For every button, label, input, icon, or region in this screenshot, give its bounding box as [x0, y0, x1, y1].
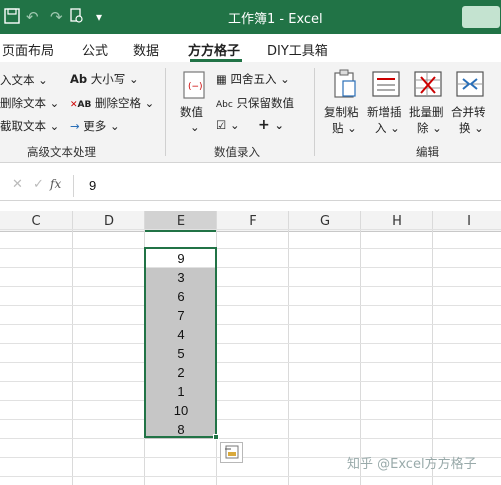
- remove-space-icon: ✕AB: [70, 100, 92, 110]
- formula-bar-divider: [73, 175, 74, 197]
- column-header-d[interactable]: D: [73, 214, 145, 229]
- fill-handle[interactable]: [213, 434, 219, 440]
- arrow-right-icon: →: [70, 119, 80, 133]
- redo-icon[interactable]: ↷: [50, 8, 63, 26]
- gridline: [288, 211, 289, 485]
- formula-input[interactable]: 9: [89, 178, 96, 193]
- gridline: [0, 248, 501, 249]
- copy-paste-button[interactable]: 复制粘: [324, 104, 359, 120]
- insert-button-line2[interactable]: 入 ⌄: [375, 120, 400, 136]
- svg-text:(−): (−): [188, 82, 203, 92]
- column-header-i[interactable]: I: [433, 214, 501, 229]
- quick-analysis-icon: [225, 445, 239, 459]
- quick-analysis-button[interactable]: [220, 442, 243, 463]
- save-icon[interactable]: [4, 8, 20, 28]
- gridline: [0, 419, 501, 420]
- column-header-e[interactable]: E: [145, 214, 217, 229]
- gridline: [0, 286, 501, 287]
- undo-icon[interactable]: ↶: [26, 8, 39, 26]
- touch-mode-icon[interactable]: [70, 8, 84, 28]
- gridline: [432, 211, 433, 485]
- delete-text-button[interactable]: 删除文本 ⌄: [0, 95, 59, 111]
- gridline: [0, 229, 501, 230]
- gridline: [0, 381, 501, 382]
- gridline: [0, 305, 501, 306]
- ribbon: 入文本 ⌄ 删除文本 ⌄ 截取文本 ⌄ Ab 大小写 ⌄ ✕AB 删除空格 ⌄ …: [0, 62, 501, 163]
- value-dropdown-icon[interactable]: ⌄: [190, 120, 200, 134]
- formula-bar: ✕ ✓ fx 9: [0, 171, 501, 201]
- gridline: [0, 324, 501, 325]
- value-icon: (−): [181, 70, 207, 104]
- gridline: [360, 211, 361, 485]
- column-header-c[interactable]: C: [0, 214, 72, 229]
- tab-diy-toolbox[interactable]: DIY工具箱: [267, 40, 328, 59]
- merge-button-line2[interactable]: 换 ⌄: [459, 120, 484, 136]
- insert-button[interactable]: 新增插: [367, 104, 402, 120]
- merge-button[interactable]: 合并转: [451, 104, 486, 120]
- group-separator: [165, 68, 166, 156]
- copy-paste-icon: [331, 68, 359, 104]
- plus-button[interactable]: + ⌄: [258, 117, 284, 133]
- gridline: [72, 211, 73, 485]
- gridline: [0, 400, 501, 401]
- extract-text-button[interactable]: 截取文本 ⌄: [0, 118, 59, 134]
- batch-delete-button[interactable]: 批量删: [409, 104, 444, 120]
- keep-value-button[interactable]: Abc 只保留数值: [216, 95, 294, 111]
- case-icon: Ab: [70, 72, 88, 86]
- batch-delete-icon: [413, 69, 443, 103]
- tab-data[interactable]: 数据: [133, 40, 159, 59]
- gridline: [0, 267, 501, 268]
- copy-paste-button-line2[interactable]: 贴 ⌄: [332, 120, 357, 136]
- more-button[interactable]: → 更多 ⌄: [70, 118, 120, 134]
- round-button[interactable]: ▦ 四舍五入 ⌄: [216, 71, 290, 87]
- check-box-button[interactable]: ☑ ⌄: [216, 118, 240, 132]
- group-title-edit: 编辑: [416, 145, 439, 159]
- value-button[interactable]: 数值: [180, 104, 203, 120]
- batch-delete-button-line2[interactable]: 除 ⌄: [417, 120, 442, 136]
- window-title: 工作簿1 - Excel: [228, 12, 323, 27]
- tab-formulas[interactable]: 公式: [82, 40, 108, 59]
- case-button[interactable]: Ab 大小写 ⌄: [70, 71, 139, 87]
- title-bar: ↶ ↷ ▾ 工作簿1 - Excel: [0, 0, 501, 34]
- grid-icon: ▦: [216, 72, 227, 86]
- insert-text-button[interactable]: 入文本 ⌄: [0, 72, 48, 88]
- selection-range: [144, 247, 217, 438]
- gridline: [0, 362, 501, 363]
- tab-page-layout[interactable]: 页面布局: [2, 40, 54, 59]
- customize-icon[interactable]: ▾: [96, 8, 102, 26]
- search-box[interactable]: [462, 6, 500, 28]
- group-separator: [314, 68, 315, 156]
- column-header-h[interactable]: H: [361, 214, 433, 229]
- ribbon-tabs: 页面布局 公式 数据 方方格子 DIY工具箱: [0, 34, 501, 62]
- fx-icon[interactable]: fx: [50, 177, 61, 191]
- watermark: 知乎 @Excel方方格子: [347, 457, 477, 472]
- remove-space-button[interactable]: ✕AB 删除空格 ⌄: [70, 95, 154, 111]
- gridline: [0, 438, 501, 439]
- gridline: [0, 343, 501, 344]
- abc-icon: Abc: [216, 100, 233, 110]
- confirm-icon[interactable]: ✓: [33, 177, 44, 192]
- column-header-g[interactable]: G: [289, 214, 361, 229]
- tab-fangfang[interactable]: 方方格子: [188, 40, 240, 59]
- group-title-number: 数值录入: [214, 145, 260, 159]
- column-header-f[interactable]: F: [217, 214, 289, 229]
- gridline: [0, 476, 501, 477]
- insert-icon: [371, 69, 401, 103]
- group-title-text: 高级文本处理: [27, 145, 96, 159]
- cancel-icon[interactable]: ✕: [12, 177, 23, 192]
- merge-icon: [455, 69, 485, 103]
